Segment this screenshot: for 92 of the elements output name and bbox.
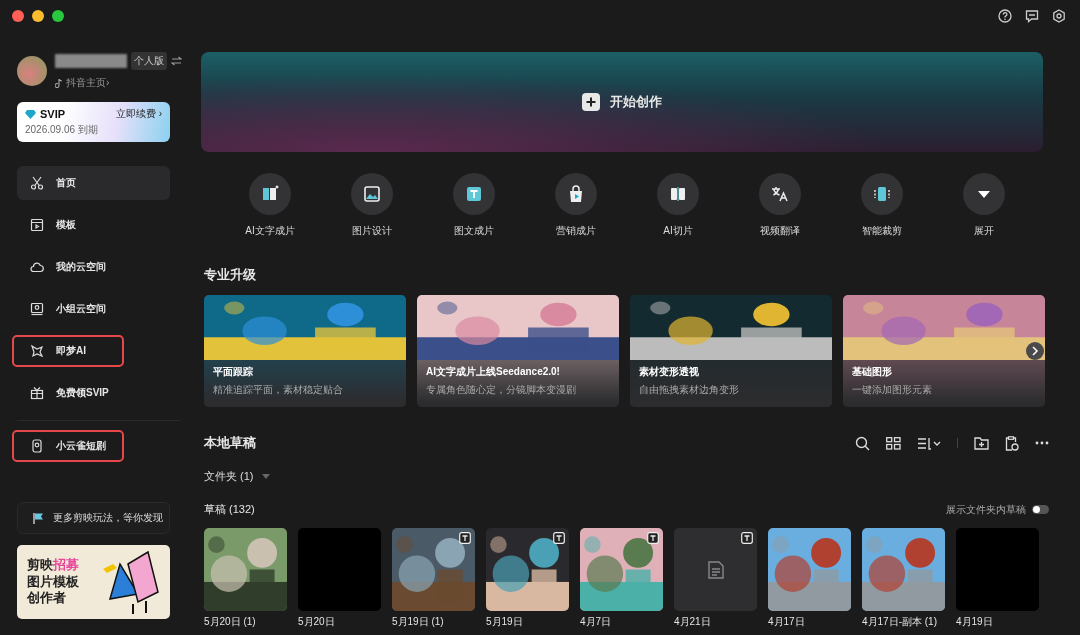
nav-item[interactable]: 首页 (17, 166, 170, 200)
nav-item[interactable]: 我的云空间 (17, 250, 170, 284)
tool-button[interactable]: AI切片 (639, 173, 717, 238)
flag-icon (32, 511, 45, 525)
profile-link[interactable]: 抖音主页› (66, 76, 110, 90)
minimize-button[interactable] (32, 10, 44, 22)
tool-button[interactable]: 展开 (945, 173, 1023, 238)
monitor-icon (30, 302, 44, 316)
draft-name: 5月20日 (1) (204, 615, 257, 629)
draft-name: 4月17日-副本 (1) (862, 615, 938, 629)
document-thumbnail[interactable] (674, 528, 757, 611)
clipboard-icon[interactable] (1005, 435, 1019, 451)
tool-button[interactable]: 图文成片 (435, 173, 513, 238)
section-title: 本地草稿 (204, 434, 256, 452)
switch-icon[interactable] (171, 56, 182, 66)
nav-item[interactable]: 即梦AI (17, 334, 170, 368)
card-title: AI文字成片上线Seedance2.0! (426, 365, 561, 379)
section-title: 专业升级 (204, 266, 257, 284)
draft-name: 5月20日 (298, 615, 336, 629)
plus-icon (582, 93, 600, 111)
promo-line: 创作者 (27, 590, 67, 608)
note-icon (55, 78, 62, 88)
sort-icon[interactable] (917, 436, 941, 450)
feature-card[interactable]: 基础图形 一键添加图形元素 (843, 295, 1045, 407)
draft-name: 4月21日 (674, 615, 712, 629)
scissors-icon (30, 176, 44, 190)
more-icon[interactable] (1035, 441, 1049, 445)
cloud-icon (30, 260, 44, 274)
nav-item[interactable]: 小组云空间 (17, 292, 170, 326)
zoom-button[interactable] (52, 10, 64, 22)
tool-button[interactable]: 图片设计 (333, 173, 411, 238)
card-subtitle: 自由拖拽素材边角变形 (639, 383, 740, 397)
settings-icon[interactable] (1052, 9, 1066, 23)
card-subtitle: 专属角色随心定，分镜脚本变漫剧 (426, 383, 577, 397)
nav-item[interactable]: 小云雀短剧 (17, 429, 170, 463)
promo-banner[interactable]: 剪映招募 图片模板 创作者 (17, 545, 170, 619)
translate-icon (770, 184, 790, 204)
nav-item[interactable]: 免费领SVIP (17, 376, 170, 410)
film-icon (668, 184, 688, 204)
promo-line: 剪映招募 (27, 556, 79, 574)
username-blur (55, 54, 127, 68)
draft-name: 5月19日 (486, 615, 524, 629)
drafts-count: 草稿 (132) (204, 502, 255, 517)
folders-toggle[interactable]: 文件夹 (1) (204, 469, 270, 484)
start-creating-banner[interactable]: 开始创作 (201, 52, 1043, 152)
renew-link[interactable]: 立即续费 › (115, 107, 162, 121)
tool-button[interactable]: 营销成片 (537, 173, 615, 238)
expiry-date: 2026.09.06 到期 (25, 123, 99, 137)
image-icon (362, 184, 382, 204)
promo-line: 图片模板 (27, 573, 79, 591)
chevron-right-icon (1031, 346, 1039, 356)
card-title: 基础图形 (852, 365, 893, 379)
blank-thumbnail[interactable] (298, 528, 381, 611)
help-icon[interactable] (998, 9, 1012, 23)
start-creating-label: 开始创作 (610, 93, 662, 111)
toggle-label: 展示文件夹内草稿 (946, 502, 1026, 517)
close-button[interactable] (12, 10, 24, 22)
toggle-switch[interactable] (1032, 505, 1049, 514)
feature-card[interactable]: 平面跟踪 精准追踪平面，素材稳定贴合 (204, 295, 406, 407)
phone-icon (30, 439, 44, 453)
discover-button[interactable]: 更多剪映玩法，等你发现 (17, 502, 170, 534)
search-icon[interactable] (855, 435, 870, 451)
feature-card[interactable]: 素材变形透视 自由拖拽素材边角变形 (630, 295, 832, 407)
document-icon (707, 560, 724, 579)
tool-button[interactable]: 视频翻译 (741, 173, 819, 238)
message-icon[interactable] (1025, 9, 1039, 23)
card-title: 平面跟踪 (213, 365, 254, 379)
draft-name: 4月7日 (580, 615, 613, 629)
gift-icon (30, 386, 44, 400)
nav-item[interactable]: 模板 (17, 208, 170, 242)
draft-name: 4月17日 (768, 615, 806, 629)
feature-card[interactable]: AI文字成片上线Seedance2.0! 专属角色随心定，分镜脚本变漫剧 (417, 295, 619, 407)
avatar[interactable] (17, 56, 47, 86)
diamond-icon (25, 109, 36, 119)
star-icon (30, 344, 44, 358)
tool-button[interactable]: 智能裁剪 (843, 173, 921, 238)
card-subtitle: 一键添加图形元素 (852, 383, 933, 397)
draft-name: 5月19日 (1) (392, 615, 445, 629)
card-subtitle: 精准追踪平面，素材稳定贴合 (213, 383, 344, 397)
tool-button[interactable]: AI文字成片 (231, 173, 309, 238)
new-folder-icon[interactable] (974, 436, 989, 450)
crop-icon (872, 184, 892, 204)
card-title: 素材变形透视 (639, 365, 700, 379)
edition-badge: 个人版 (131, 52, 167, 70)
caret-icon (261, 474, 270, 479)
text-icon (464, 184, 484, 204)
grid-view-icon[interactable] (886, 436, 901, 450)
svip-card[interactable]: SVIP 立即续费 › 2026.09.06 到期 (17, 102, 170, 142)
blank-thumbnail[interactable] (956, 528, 1039, 611)
template-icon (30, 218, 44, 232)
draft-name: 4月19日 (956, 615, 994, 629)
svip-label: SVIP (40, 108, 66, 120)
